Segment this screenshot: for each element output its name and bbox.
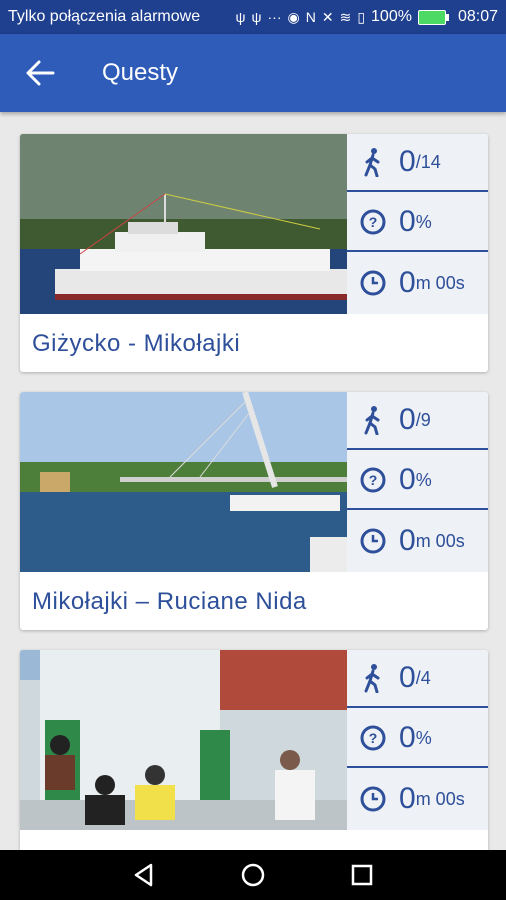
clock-icon: [347, 786, 399, 812]
steps-total: /9: [415, 409, 431, 430]
steps-total: /4: [415, 667, 431, 688]
percent-unit: %: [415, 727, 432, 748]
quest-stats: 0 /9 ? 0 % 0 m 00s: [347, 392, 488, 572]
steps-done: 0: [399, 145, 416, 178]
status-text: Tylko połączenia alarmowe: [8, 8, 201, 25]
nav-recents-icon[interactable]: [349, 862, 375, 888]
percent-unit: %: [415, 211, 432, 232]
time-minutes: 0: [399, 782, 416, 815]
quest-card[interactable]: 0 /4 ? 0 % 0 m 00s: [20, 650, 488, 850]
app-bar: Questy: [0, 34, 506, 112]
time-rest: m 00s: [415, 272, 465, 293]
quest-photo-bridge: [20, 392, 347, 572]
more-icon: ···: [267, 9, 282, 25]
quest-name: Giżycko - Mikołajki: [32, 330, 241, 357]
quest-list: 0 /14 ? 0 % 0 m 00s Giżycko - Mikołajki: [0, 112, 506, 850]
location-icon: ◉: [287, 8, 300, 25]
usb-icon-2: ψ: [251, 9, 262, 25]
steps-stat: 0 /9: [347, 392, 488, 450]
percent-stat: ? 0 %: [347, 452, 488, 510]
quest-name: Mikołajki – Ruciane Nida: [32, 588, 307, 615]
steps-stat: 0 /14: [347, 134, 488, 192]
quest-card[interactable]: 0 /14 ? 0 % 0 m 00s Giżycko - Mikołajki: [20, 134, 488, 372]
mute-icon: ✕: [321, 8, 334, 25]
question-icon: ?: [347, 467, 399, 493]
nfc-icon: N: [305, 9, 316, 25]
svg-text:?: ?: [369, 730, 378, 746]
question-icon: ?: [347, 209, 399, 235]
battery-percent: 100%: [371, 8, 412, 25]
walking-icon: [347, 405, 399, 435]
quest-stats: 0 /14 ? 0 % 0 m 00s: [347, 134, 488, 314]
status-bar: Tylko połączenia alarmowe ψ ψ ··· ◉ N ✕ …: [0, 0, 506, 34]
arrow-back-icon: [26, 60, 55, 86]
walking-icon: [347, 147, 399, 177]
steps-total: /14: [415, 151, 441, 172]
clock-icon: [347, 270, 399, 296]
percent-stat: ? 0 %: [347, 710, 488, 768]
quest-photo-ferry: [20, 134, 347, 314]
clock-icon: [347, 528, 399, 554]
usb-icon: ψ: [235, 9, 246, 25]
status-icons: ψ ψ ··· ◉ N ✕ ≋ ▯ 100% 08:07: [236, 8, 498, 26]
time-stat: 0 m 00s: [347, 512, 488, 570]
steps-stat: 0 /4: [347, 650, 488, 708]
time-minutes: 0: [399, 524, 416, 557]
percent-value: 0: [399, 463, 416, 496]
page-title: Questy: [102, 59, 179, 86]
steps-done: 0: [399, 403, 416, 436]
percent-value: 0: [399, 721, 416, 754]
percent-stat: ? 0 %: [347, 194, 488, 252]
system-nav-bar: [0, 850, 506, 900]
quest-photo-deck: [20, 650, 347, 830]
svg-text:?: ?: [369, 472, 378, 488]
nav-back-icon[interactable]: [131, 862, 157, 888]
time-minutes: 0: [399, 266, 416, 299]
percent-unit: %: [415, 469, 432, 490]
svg-text:?: ?: [369, 214, 378, 230]
battery-icon: [417, 9, 449, 25]
time-rest: m 00s: [415, 530, 465, 551]
time-rest: m 00s: [415, 788, 465, 809]
nav-home-icon[interactable]: [240, 862, 266, 888]
percent-value: 0: [399, 205, 416, 238]
quest-card[interactable]: 0 /9 ? 0 % 0 m 00s Mikołajki – Ruciane N…: [20, 392, 488, 630]
time-stat: 0 m 00s: [347, 254, 488, 312]
question-icon: ?: [347, 725, 399, 751]
walking-icon: [347, 663, 399, 693]
steps-done: 0: [399, 661, 416, 694]
sim-icon: ▯: [357, 8, 366, 25]
back-button[interactable]: [0, 34, 80, 112]
wifi-icon: ≋: [339, 8, 352, 25]
clock: 08:07: [457, 8, 498, 25]
time-stat: 0 m 00s: [347, 770, 488, 828]
quest-stats: 0 /4 ? 0 % 0 m 00s: [347, 650, 488, 830]
